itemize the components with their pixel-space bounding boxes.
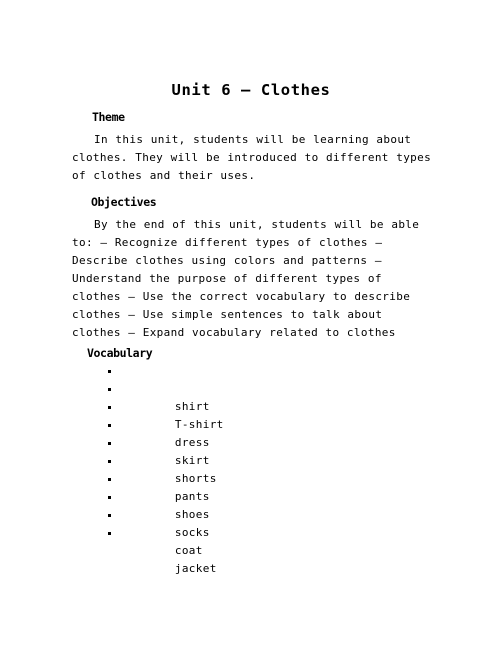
bullet-icon [108,478,111,481]
section-body-theme: In this unit, students will be learning … [72,133,432,182]
document-page: Unit 6 – Clothes Theme In this unit, stu… [0,0,502,649]
bullet-icon [108,514,111,517]
list-item: T-shirt [104,380,224,431]
section-heading-theme: Theme [92,110,125,124]
bullet-icon [108,442,111,445]
page-title: Unit 6 – Clothes [171,81,331,99]
bullet-icon [108,460,111,463]
section-heading-objectives: Objectives [91,195,157,209]
bullet-icon [108,532,111,535]
list-item: skirt [104,416,224,467]
bullet-icon [108,370,111,373]
list-item: coat [104,506,224,557]
bullet-icon [108,424,111,427]
list-item: shorts [104,434,224,485]
list-item: jacket [104,524,224,575]
section-body-objectives: By the end of this unit, students will b… [72,218,420,339]
vocabulary-list: shirt T-shirt dress skirt shorts pants s… [104,362,224,575]
bullet-icon [108,388,111,391]
section-heading-vocabulary: Vocabulary [87,346,153,360]
list-item: pants [104,452,224,503]
list-item-label: coat [174,544,203,557]
bullet-icon [108,496,111,499]
list-item: socks [104,488,224,539]
list-item: shoes [104,470,224,521]
bullet-icon [108,406,111,409]
list-item: shirt [104,362,224,413]
list-item-label: jacket [174,562,217,575]
list-item: dress [104,398,224,449]
